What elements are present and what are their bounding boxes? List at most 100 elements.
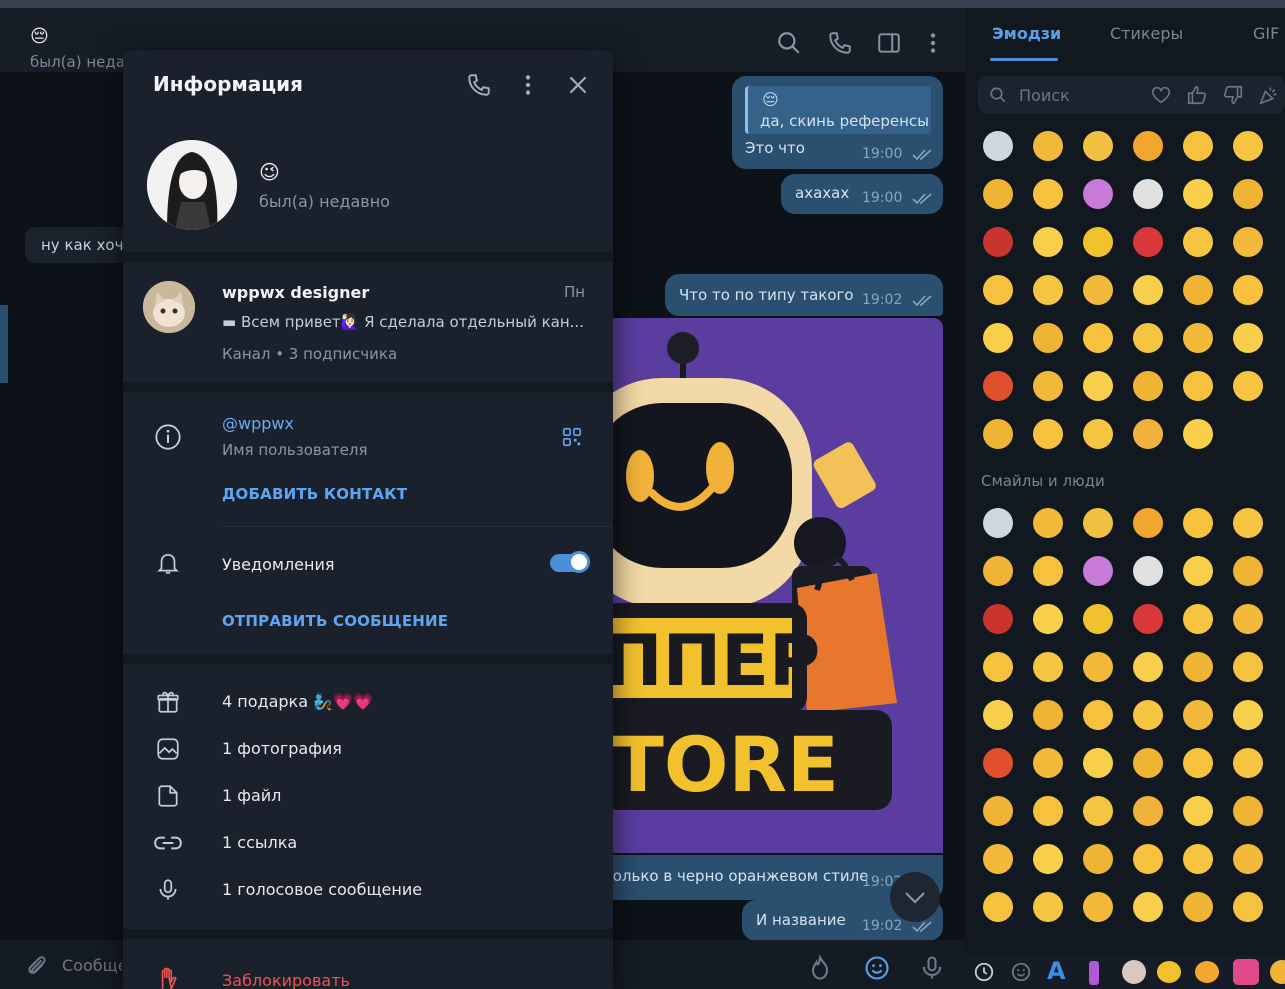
emoji-cell[interactable] [1133, 323, 1163, 353]
username-link[interactable]: @wppwx [222, 414, 294, 433]
send-message-button[interactable]: ОТПРАВИТЬ СООБЩЕНИЕ [222, 612, 448, 630]
files-row[interactable]: 1 файл [222, 786, 281, 805]
emoji-cell[interactable] [1083, 323, 1113, 353]
emoji-cell[interactable] [1233, 844, 1263, 874]
call-icon[interactable] [466, 72, 492, 98]
emoji-cell[interactable] [1233, 700, 1263, 730]
emoji-cell[interactable] [1133, 275, 1163, 305]
emoji-cell[interactable] [1133, 748, 1163, 778]
emoji-cell[interactable] [1033, 700, 1063, 730]
scroll-down-button[interactable] [890, 872, 940, 922]
emoji-cell[interactable] [1133, 556, 1163, 586]
emoji-cell[interactable] [983, 844, 1013, 874]
emoji-cell[interactable] [983, 275, 1013, 305]
attach-icon[interactable] [24, 954, 50, 980]
emoji-icon[interactable] [863, 954, 891, 982]
letter-pack-icon[interactable]: A [1047, 957, 1066, 985]
sticker-fire-icon[interactable] [806, 954, 834, 982]
emoji-cell[interactable] [1183, 371, 1213, 401]
qr-code-icon[interactable] [561, 426, 583, 448]
sticker-pack-icon[interactable] [1089, 961, 1099, 985]
emoji-cell[interactable] [1083, 556, 1113, 586]
emoji-cell[interactable] [1233, 556, 1263, 586]
sticker-pack-icon[interactable] [1233, 959, 1259, 985]
emoji-cell[interactable] [1033, 604, 1063, 634]
emoji-cell[interactable] [1083, 604, 1113, 634]
emoji-cell[interactable] [1183, 604, 1213, 634]
tab-emoji[interactable]: Эмодзи [992, 24, 1061, 43]
emoji-cell[interactable] [1183, 844, 1213, 874]
sidebar-toggle-icon[interactable] [876, 30, 902, 56]
tab-stickers[interactable]: Стикеры [1110, 24, 1183, 43]
reply-quote[interactable]: 😔 да, скинь референсы [745, 86, 931, 134]
search-icon[interactable] [776, 30, 802, 56]
emoji-cell[interactable] [1033, 652, 1063, 682]
party-icon[interactable] [1258, 84, 1280, 106]
emoji-cell[interactable] [1233, 179, 1263, 209]
emoji-cell[interactable] [1133, 131, 1163, 161]
attached-image[interactable]: ППЕР TORE [612, 318, 943, 853]
emoji-cell[interactable] [1033, 419, 1063, 449]
emoji-cell[interactable] [983, 748, 1013, 778]
emoji-cell[interactable] [1183, 700, 1213, 730]
emoji-cell[interactable] [1133, 892, 1163, 922]
gifts-row[interactable]: 4 подарка 🧞💗💗 [222, 692, 373, 711]
message-input[interactable] [62, 950, 122, 980]
tab-gif[interactable]: GIF [1253, 24, 1279, 43]
emoji-cell[interactable] [1133, 179, 1163, 209]
links-row[interactable]: 1 ссылка [222, 833, 297, 852]
emoji-cell[interactable] [1083, 371, 1113, 401]
channel-avatar[interactable] [143, 281, 195, 333]
emoji-cell[interactable] [1133, 652, 1163, 682]
emoji-cell[interactable] [983, 652, 1013, 682]
emoji-cell[interactable] [983, 419, 1013, 449]
emoji-cell[interactable] [1183, 227, 1213, 257]
call-icon[interactable] [827, 30, 853, 56]
emoji-cell[interactable] [983, 796, 1013, 826]
emoji-cell[interactable] [1233, 748, 1263, 778]
add-contact-button[interactable]: ДОБАВИТЬ КОНТАКТ [222, 485, 407, 503]
emoji-cell[interactable] [1233, 131, 1263, 161]
emoji-cell[interactable] [1033, 556, 1063, 586]
smiley-category-icon[interactable] [1010, 961, 1032, 983]
emoji-cell[interactable] [1233, 371, 1263, 401]
emoji-cell[interactable] [1033, 508, 1063, 538]
channel-name[interactable]: wppwx designer [222, 283, 369, 302]
emoji-cell[interactable] [983, 604, 1013, 634]
emoji-cell[interactable] [1133, 604, 1163, 634]
emoji-cell[interactable] [1083, 844, 1113, 874]
more-icon[interactable] [515, 72, 541, 98]
emoji-cell[interactable] [983, 131, 1013, 161]
block-user-button[interactable]: Заблокировать [222, 971, 350, 989]
emoji-cell[interactable] [983, 700, 1013, 730]
emoji-cell[interactable] [1033, 796, 1063, 826]
emoji-cell[interactable] [1183, 556, 1213, 586]
emoji-cell[interactable] [1183, 131, 1213, 161]
emoji-cell[interactable] [1183, 179, 1213, 209]
close-icon[interactable] [565, 72, 591, 98]
emoji-cell[interactable] [1083, 652, 1113, 682]
emoji-cell[interactable] [1033, 748, 1063, 778]
emoji-cell[interactable] [1183, 652, 1213, 682]
emoji-cell[interactable] [983, 323, 1013, 353]
emoji-cell[interactable] [1233, 604, 1263, 634]
emoji-cell[interactable] [1133, 796, 1163, 826]
emoji-cell[interactable] [983, 892, 1013, 922]
emoji-cell[interactable] [1133, 419, 1163, 449]
emoji-cell[interactable] [1083, 700, 1113, 730]
emoji-cell[interactable] [983, 371, 1013, 401]
emoji-cell[interactable] [1133, 700, 1163, 730]
sticker-pack-icon[interactable] [1270, 960, 1285, 984]
emoji-cell[interactable] [1033, 892, 1063, 922]
recent-clock-icon[interactable] [973, 961, 995, 983]
photos-row[interactable]: 1 фотография [222, 739, 342, 758]
emoji-cell[interactable] [1233, 652, 1263, 682]
emoji-cell[interactable] [1133, 371, 1163, 401]
emoji-cell[interactable] [1083, 892, 1113, 922]
emoji-cell[interactable] [1233, 227, 1263, 257]
emoji-cell[interactable] [1033, 844, 1063, 874]
emoji-cell[interactable] [1083, 419, 1113, 449]
toggle-knob[interactable] [568, 551, 590, 573]
emoji-cell[interactable] [983, 227, 1013, 257]
emoji-cell[interactable] [1133, 508, 1163, 538]
